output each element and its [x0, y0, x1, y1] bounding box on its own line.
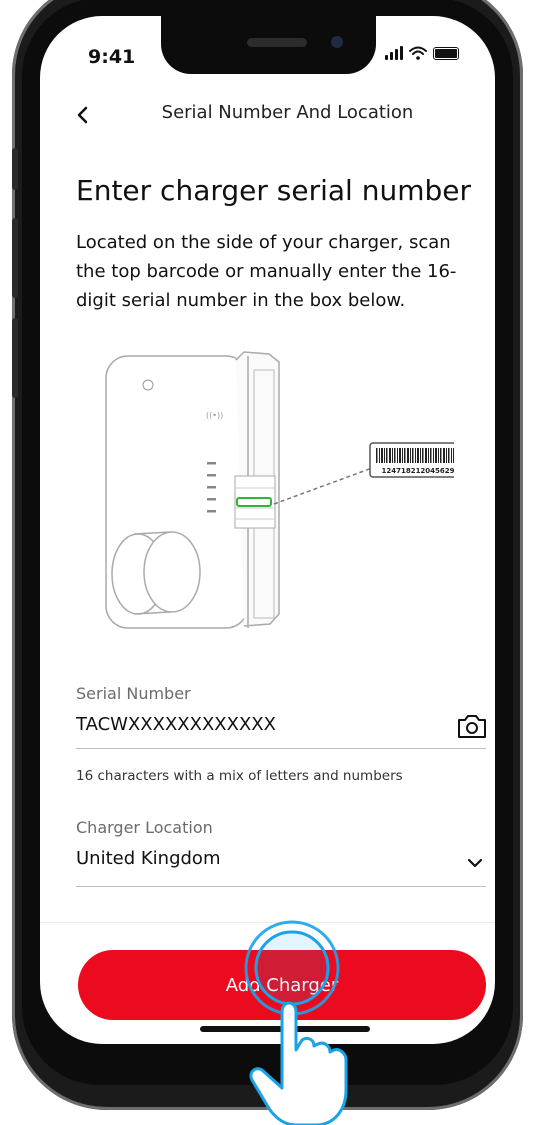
signal-icon: [385, 46, 403, 60]
nav-header: Serial Number And Location: [40, 100, 495, 130]
phone-screen: 9:41 Serial Number And Location Enter ch…: [40, 16, 495, 1044]
serial-number-underline: [76, 748, 486, 749]
charger-location-underline: [76, 886, 486, 887]
charger-location-label: Charger Location: [76, 818, 213, 837]
side-button-volume-up: [12, 218, 18, 298]
chevron-down-icon: [467, 858, 483, 868]
scan-barcode-button[interactable]: [455, 711, 489, 741]
side-button-volume-down: [12, 318, 18, 398]
charger-illustration: ((•)) 124718212045629: [105, 351, 454, 629]
speaker-grille: [247, 38, 307, 47]
main-heading: Enter charger serial number: [76, 174, 472, 207]
side-button-mute: [12, 148, 18, 190]
serial-number-input[interactable]: TACWXXXXXXXXXXXX: [76, 714, 276, 735]
svg-text:((•)): ((•)): [206, 411, 223, 420]
bottom-divider: [40, 922, 495, 923]
serial-number-label: Serial Number: [76, 684, 191, 703]
serial-number-hint: 16 characters with a mix of letters and …: [76, 768, 403, 784]
add-charger-button[interactable]: Add Charger: [78, 950, 486, 1020]
charger-location-select[interactable]: United Kingdom: [76, 848, 220, 869]
description-text: Located on the side of your charger, sca…: [76, 232, 457, 311]
camera-icon: [458, 715, 486, 738]
wifi-icon: [409, 46, 427, 60]
home-indicator: [200, 1026, 370, 1032]
status-time: 9:41: [88, 46, 136, 68]
location-dropdown-toggle[interactable]: [463, 852, 487, 874]
notch: [161, 16, 376, 74]
barcode-number: 124718212045629: [381, 467, 454, 475]
battery-icon: [433, 46, 459, 60]
page-title: Serial Number And Location: [161, 102, 414, 123]
front-camera: [331, 36, 343, 48]
status-icons: [385, 46, 459, 60]
